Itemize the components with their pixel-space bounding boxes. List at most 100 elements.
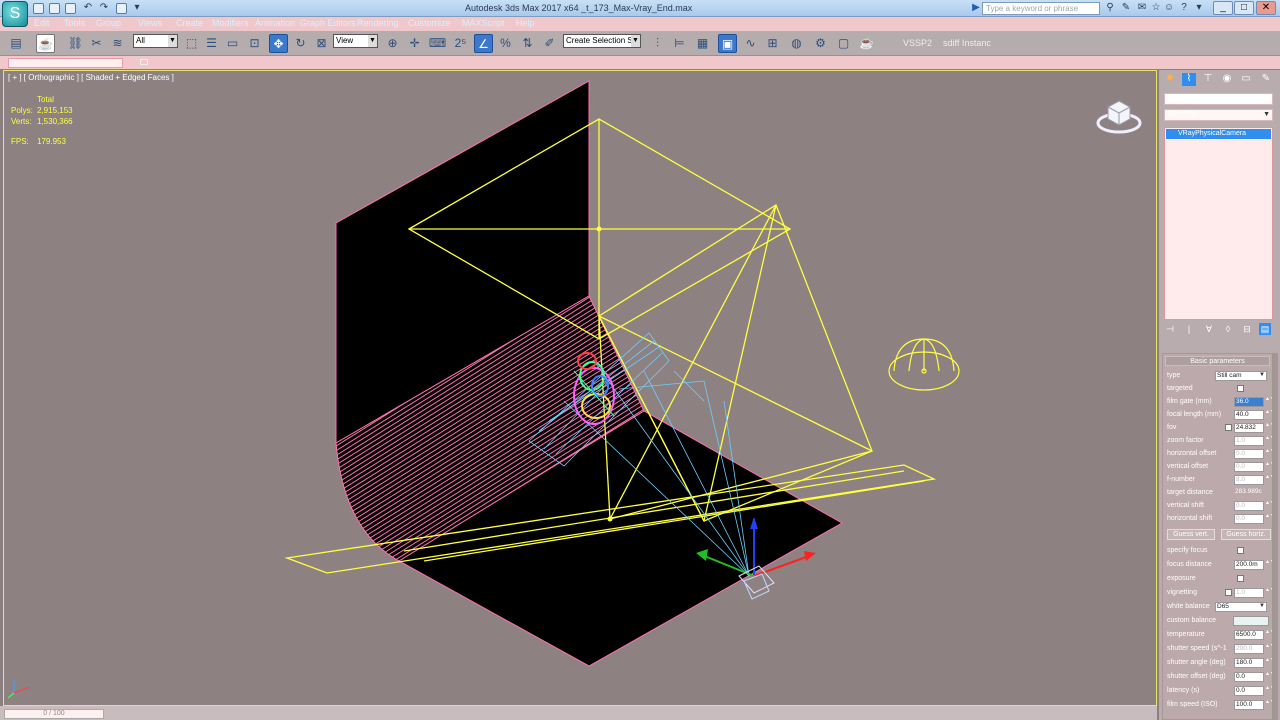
show-end-result-icon[interactable]: | [1183,323,1195,335]
rendered-frame-window-icon[interactable]: ▢ [834,34,853,53]
spinner-arrows-icon[interactable]: ▲▼ [1265,630,1275,640]
guess-vert-button[interactable]: Guess vert. [1167,529,1215,540]
window-crossing-icon[interactable]: ⊡ [245,34,264,53]
align-icon[interactable]: ⊨ [670,34,689,53]
plugin-instance-button[interactable]: sdiff Instanc [943,38,991,48]
param-checkbox[interactable] [1237,385,1244,392]
binoculars-icon[interactable]: ⚲ [1104,2,1116,14]
menu-modifiers[interactable]: Modifiers [212,18,249,28]
select-and-scale-icon[interactable]: ⊠ [312,34,331,53]
scene-canvas[interactable] [4,71,1157,706]
param-spinner-field[interactable]: 180.0 [1234,658,1264,668]
spinner-arrows-icon[interactable]: ▲▼ [1265,700,1275,710]
param-spinner-field[interactable]: 0.0 [1234,501,1264,511]
rectangular-selection-icon[interactable]: ▭ [223,34,242,53]
redo-icon[interactable]: ↷ [98,2,110,14]
help-icon[interactable]: ? [1178,2,1190,14]
new-scene-icon[interactable] [33,3,44,14]
utilities-tab-icon[interactable]: ✎ [1259,73,1273,86]
create-tab-icon[interactable]: ✹ [1163,73,1177,86]
autodesk-account-icon[interactable]: ☺ [1163,2,1175,14]
modify-tab-icon[interactable]: ⌇ [1182,73,1196,86]
configure-modifier-icon[interactable]: ▤ [1259,323,1271,335]
curve-editor-icon[interactable]: ∿ [741,34,760,53]
param-checkbox[interactable] [1237,547,1244,554]
menu-group[interactable]: Group [96,18,121,28]
spinner-arrows-icon[interactable]: ▲▼ [1265,658,1275,668]
project-folder-icon[interactable] [116,3,127,14]
light-target-point[interactable] [596,226,602,232]
keyboard-shortcut-icon[interactable]: ⌨ [428,34,447,53]
angle-snap-icon[interactable]: ∠ [474,34,493,53]
communication-center-icon[interactable]: ✉ [1136,2,1148,14]
param-spinner-field[interactable]: 36.0 [1234,397,1264,407]
pin-stack-icon[interactable]: ⊣ [1164,323,1176,335]
select-by-name-icon[interactable]: ☰ [202,34,221,53]
maximize-button[interactable]: □ [1234,1,1254,15]
edit-named-selection-icon[interactable]: ✐ [540,34,559,53]
menu-edit[interactable]: Edit [34,18,50,28]
hierarchy-tab-icon[interactable]: ⊤ [1201,73,1215,86]
menu-rendering[interactable]: Rendering [357,18,399,28]
modifier-stack[interactable]: VRayPhysicalCamera [1164,127,1273,320]
render-production-icon[interactable]: ☕ [857,34,876,53]
quick-access-dropdown-icon[interactable]: ▾ [131,2,143,14]
percent-snap-icon[interactable]: % [496,34,515,53]
select-and-rotate-icon[interactable]: ↻ [291,34,310,53]
target-point[interactable] [607,516,613,522]
spinner-arrows-icon[interactable]: ▲▼ [1265,588,1275,598]
snaps-toggle-icon[interactable]: 2⁵ [451,34,470,53]
select-and-move-icon[interactable]: ✥ [269,34,288,53]
rollout-header[interactable]: Basic parameters [1165,356,1270,366]
modifier-stack-item[interactable]: VRayPhysicalCamera [1166,129,1271,139]
named-selection-sets-dropdown[interactable]: Create Selection Se ▼ [563,34,641,48]
material-editor-icon[interactable]: ◍ [787,34,806,53]
param-checkbox[interactable] [1225,424,1232,431]
make-unique-icon[interactable]: ∀ [1203,323,1215,335]
help-dropdown-icon[interactable]: ▾ [1193,2,1205,14]
menu-help[interactable]: Help [516,18,535,28]
toggle-layer-explorer-icon[interactable]: ▣ [718,34,737,53]
param-checkbox[interactable] [1237,575,1244,582]
search-input[interactable]: Type a keyword or phrase [982,2,1100,15]
pivot-center-icon[interactable]: ⊕ [383,34,402,53]
application-menu-button[interactable]: S [2,1,28,27]
spinner-arrows-icon[interactable]: ▲▼ [1265,397,1275,407]
panel-scrollbar[interactable] [1272,353,1278,720]
menu-customize[interactable]: Customize [408,18,451,28]
undo-icon[interactable]: ↶ [82,2,94,14]
menu-create[interactable]: Create [176,18,203,28]
minimize-button[interactable]: _ [1213,1,1233,15]
param-spinner-field[interactable]: 40.0 [1234,410,1264,420]
close-button[interactable]: ✕ [1256,1,1276,15]
param-spinner-field[interactable]: 0.0 [1234,672,1264,682]
selection-filter-dropdown[interactable]: All ▼ [133,34,178,48]
param-spinner-field[interactable]: 8.0 [1234,475,1264,485]
unlink-icon[interactable]: ✂ [87,34,106,53]
spinner-arrows-icon[interactable]: ▲▼ [1265,644,1275,654]
menu-tools[interactable]: Tools [64,18,85,28]
spinner-arrows-icon[interactable]: ▲▼ [1265,410,1275,420]
select-manipulate-icon[interactable]: ✛ [405,34,424,53]
time-slider[interactable]: 0 / 100 [4,709,104,719]
spinner-arrows-icon[interactable]: ▲▼ [1265,423,1275,433]
guess-horiz-button[interactable]: Guess horiz. [1221,529,1271,540]
param-spinner-field[interactable]: 0.0 [1234,449,1264,459]
select-object-icon[interactable]: ⬚ [182,34,201,53]
schematic-view-icon[interactable]: ⊞ [763,34,782,53]
bind-spacewarp-icon[interactable]: ≋ [108,34,127,53]
param-spinner-field[interactable]: 1.0 [1234,436,1264,446]
spinner-arrows-icon[interactable]: ▲▼ [1265,560,1275,570]
param-color-swatch[interactable] [1233,616,1269,626]
param-spinner-field[interactable]: 24.832 [1234,423,1264,433]
menu-views[interactable]: Views [138,18,162,28]
param-spinner-field[interactable]: 0.0 [1234,686,1264,696]
param-spinner-field[interactable]: 100.0 [1234,700,1264,710]
spinner-arrows-icon[interactable]: ▲▼ [1265,514,1275,524]
dome-light-icon[interactable] [888,338,960,391]
viewcube-icon[interactable] [1096,95,1142,135]
remove-modifier-icon[interactable]: ◊ [1222,323,1234,335]
link-icon[interactable]: ⛓ [66,34,85,53]
plugin-vssp2-button[interactable]: VSSP2 [903,38,932,48]
param-spinner-field[interactable]: 200.0 [1234,644,1264,654]
